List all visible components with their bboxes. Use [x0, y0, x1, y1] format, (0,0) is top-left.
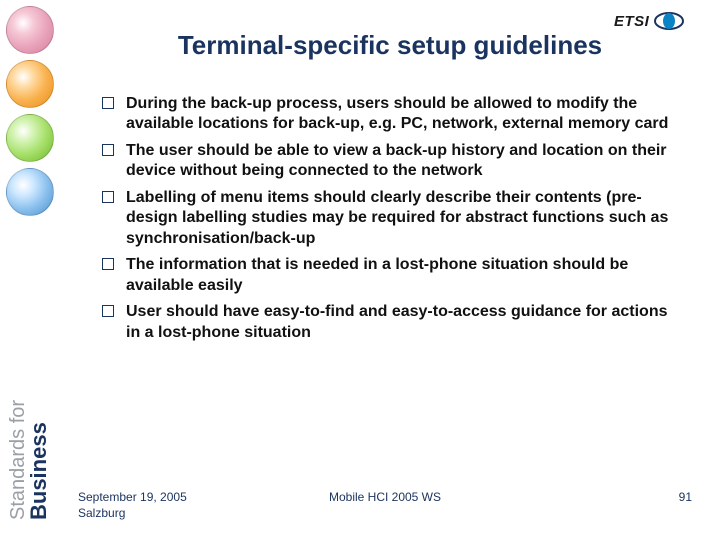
globe-icon [6, 6, 54, 54]
page-title: Terminal-specific setup guidelines [100, 30, 680, 61]
footer: September 19, 2005 Salzburg Mobile HCI 2… [78, 490, 692, 530]
list-item: During the back-up process, users should… [100, 94, 670, 141]
list-item: The information that is needed in a lost… [100, 255, 670, 302]
globe-icon [6, 60, 54, 108]
etsi-logo-text: ETSI [614, 13, 649, 30]
footer-center: Mobile HCI 2005 WS [78, 490, 692, 504]
content: During the back-up process, users should… [100, 94, 670, 470]
sidebar-caption: Standards for Business [6, 248, 54, 528]
footer-page-number: 91 [679, 490, 692, 504]
sidebar: Standards for Business [0, 0, 62, 540]
footer-date-line2: Salzburg [78, 506, 125, 520]
list-item: The user should be able to view a back-u… [100, 141, 670, 188]
etsi-logo-icon [653, 11, 685, 31]
globe-icon [6, 168, 54, 216]
bullet-list: During the back-up process, users should… [100, 94, 670, 349]
sidebar-caption-bold: Business [26, 422, 51, 520]
list-item: Labelling of menu items should clearly d… [100, 188, 670, 255]
list-item: User should have easy-to-find and easy-t… [100, 302, 670, 349]
globe-icon [6, 114, 54, 162]
